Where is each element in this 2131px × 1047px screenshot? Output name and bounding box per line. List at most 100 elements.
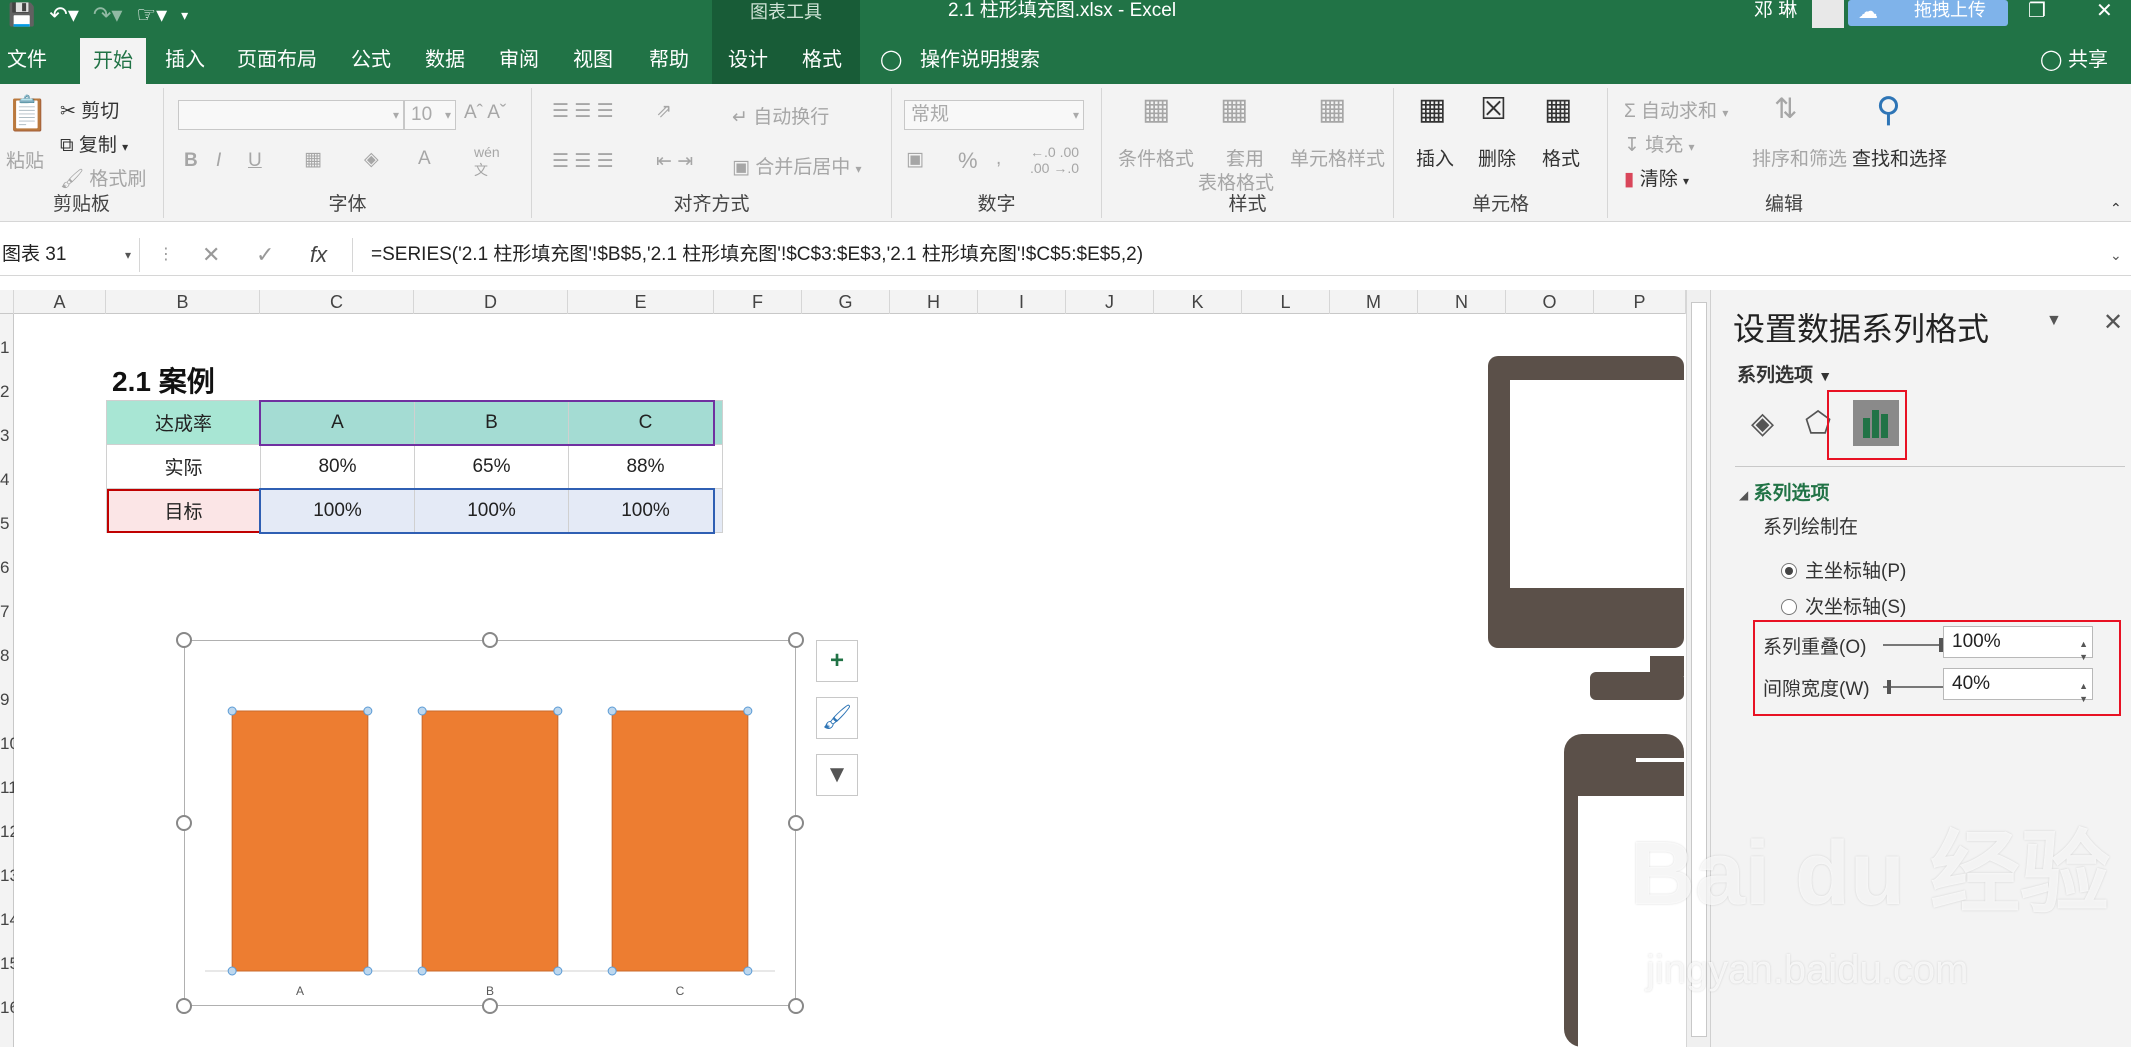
row-header[interactable]: 15: [0, 954, 14, 974]
bar-selection-handle[interactable]: [743, 966, 753, 976]
bar-selection-handle[interactable]: [363, 966, 373, 976]
table-cell[interactable]: 100%: [260, 488, 415, 533]
bar-selection-handle[interactable]: [607, 706, 617, 716]
vertical-scrollbar[interactable]: [1686, 290, 1710, 1047]
enter-icon[interactable]: ✓: [256, 238, 274, 272]
series-options-icon[interactable]: [1853, 400, 1899, 446]
sort-filter-button[interactable]: 排序和筛选: [1752, 144, 1847, 171]
fill-button[interactable]: ↧ 填充 ▾: [1624, 130, 1695, 157]
top-align-icon[interactable]: ☰ ☰ ☰: [552, 100, 614, 123]
table-cell[interactable]: 达成率: [106, 400, 261, 445]
row-header[interactable]: 6: [0, 558, 14, 578]
resize-handle[interactable]: [482, 632, 498, 648]
collapse-ribbon-icon[interactable]: ⌃: [2110, 200, 2122, 217]
find-select-button[interactable]: 查找和选择: [1852, 144, 1947, 171]
insert-function-icon[interactable]: fx: [310, 238, 327, 272]
row-header[interactable]: 11: [0, 778, 14, 798]
share-button[interactable]: ◯ 共享: [2040, 30, 2108, 84]
conditional-format-icon[interactable]: ▦: [1142, 92, 1170, 127]
fill-color-icon[interactable]: ◈: [364, 148, 379, 171]
close-icon[interactable]: ✕: [2103, 308, 2123, 337]
clear-button[interactable]: ▮ 清除 ▾: [1624, 164, 1689, 191]
conditional-format-button[interactable]: 条件格式: [1118, 144, 1194, 171]
slider-knob[interactable]: [1887, 680, 1892, 694]
underline-button[interactable]: U: [248, 150, 262, 172]
row-header[interactable]: 9: [0, 690, 14, 710]
select-all-corner[interactable]: [0, 290, 14, 314]
column-header[interactable]: J: [1066, 290, 1154, 314]
cell-styles-button[interactable]: 单元格样式: [1290, 144, 1385, 171]
overlap-spinner[interactable]: 100% ▲ ▼: [1943, 626, 2093, 662]
sort-filter-icon[interactable]: ⇅: [1774, 92, 1797, 125]
table-cell[interactable]: 65%: [414, 444, 569, 489]
table-format-button-1[interactable]: 套用: [1226, 144, 1264, 171]
formula-input[interactable]: =SERIES('2.1 柱形填充图'!$B$5,'2.1 柱形填充图'!$C$…: [352, 238, 2112, 272]
percent-icon[interactable]: %: [958, 148, 978, 174]
chart-bar[interactable]: [611, 710, 749, 972]
resize-handle[interactable]: [176, 815, 192, 831]
tab-formulas[interactable]: 公式: [346, 30, 396, 84]
italic-button[interactable]: I: [216, 150, 221, 172]
row-header[interactable]: 4: [0, 470, 14, 490]
left-align-icon[interactable]: ☰ ☰ ☰: [552, 150, 614, 173]
format-cells-icon[interactable]: ▦: [1544, 92, 1572, 127]
save-icon[interactable]: 💾: [8, 2, 35, 28]
bar-selection-handle[interactable]: [227, 706, 237, 716]
tab-view[interactable]: 视图: [568, 30, 618, 84]
series-options-dropdown[interactable]: 系列选项 ▼: [1737, 360, 1832, 387]
row-header[interactable]: 7: [0, 602, 14, 622]
row-header[interactable]: 16: [0, 998, 14, 1018]
paste-button[interactable]: 粘贴: [6, 146, 44, 173]
tab-help[interactable]: 帮助: [644, 30, 694, 84]
format-cells-button[interactable]: 格式: [1542, 144, 1580, 171]
table-cell[interactable]: 88%: [568, 444, 723, 489]
bar-selection-handle[interactable]: [607, 966, 617, 976]
font-name-combo[interactable]: ▾: [178, 100, 404, 130]
decimal-icon[interactable]: ←.0 .00.00 →.0: [1030, 144, 1079, 176]
bar-selection-handle[interactable]: [553, 706, 563, 716]
bar-selection-handle[interactable]: [743, 706, 753, 716]
borders-icon[interactable]: ▦: [304, 148, 322, 171]
close-icon[interactable]: ✕: [2096, 0, 2113, 30]
table-cell[interactable]: 100%: [414, 488, 569, 533]
cell-styles-icon[interactable]: ▦: [1318, 92, 1346, 127]
name-box[interactable]: 图表 31 ▾: [0, 238, 140, 272]
customize-qat-icon[interactable]: ▾: [181, 7, 188, 24]
bar-selection-handle[interactable]: [417, 706, 427, 716]
table-cell[interactable]: B: [414, 400, 569, 445]
font-size-combo[interactable]: 10 ▾: [404, 100, 456, 130]
overlap-slider[interactable]: [1883, 638, 1943, 652]
column-header[interactable]: K: [1154, 290, 1242, 314]
delete-cells-icon[interactable]: ☒: [1480, 92, 1507, 127]
number-format-combo[interactable]: 常规 ▾: [904, 100, 1084, 130]
chart-bar[interactable]: [231, 710, 369, 972]
table-cell[interactable]: 100%: [568, 488, 723, 533]
undo-icon[interactable]: ↶▾: [49, 2, 78, 28]
row-header[interactable]: 2: [0, 382, 14, 402]
gap-width-spinner[interactable]: 40% ▲ ▼: [1943, 668, 2093, 704]
format-painter-button[interactable]: 🖌 格式刷: [60, 164, 146, 191]
font-color-icon[interactable]: A: [418, 148, 431, 170]
copy-button[interactable]: ⧉ 复制 ▾: [60, 130, 128, 157]
column-header[interactable]: I: [978, 290, 1066, 314]
bold-button[interactable]: B: [184, 150, 198, 172]
row-header[interactable]: 8: [0, 646, 14, 666]
resize-handle[interactable]: [788, 632, 804, 648]
chevron-down-icon[interactable]: ▼: [2046, 312, 2062, 330]
user-name[interactable]: 邓 琳: [1754, 0, 1797, 30]
table-cell[interactable]: 实际: [106, 444, 261, 489]
fill-line-icon[interactable]: ◈: [1751, 406, 1774, 441]
tab-review[interactable]: 审阅: [494, 30, 544, 84]
insert-cells-button[interactable]: 插入: [1416, 144, 1454, 171]
primary-axis-radio[interactable]: 主坐标轴(P): [1781, 556, 1906, 583]
row-header[interactable]: 5: [0, 514, 14, 534]
table-format-icon[interactable]: ▦: [1220, 92, 1248, 127]
column-header[interactable]: L: [1242, 290, 1330, 314]
column-header[interactable]: H: [890, 290, 978, 314]
column-header[interactable]: O: [1506, 290, 1594, 314]
avatar[interactable]: [1812, 0, 1844, 28]
accounting-icon[interactable]: ▣: [906, 148, 924, 171]
orientation-icon[interactable]: ⇗: [656, 100, 672, 123]
tab-data[interactable]: 数据: [420, 30, 470, 84]
phonetic-icon[interactable]: wén 文: [474, 144, 500, 180]
